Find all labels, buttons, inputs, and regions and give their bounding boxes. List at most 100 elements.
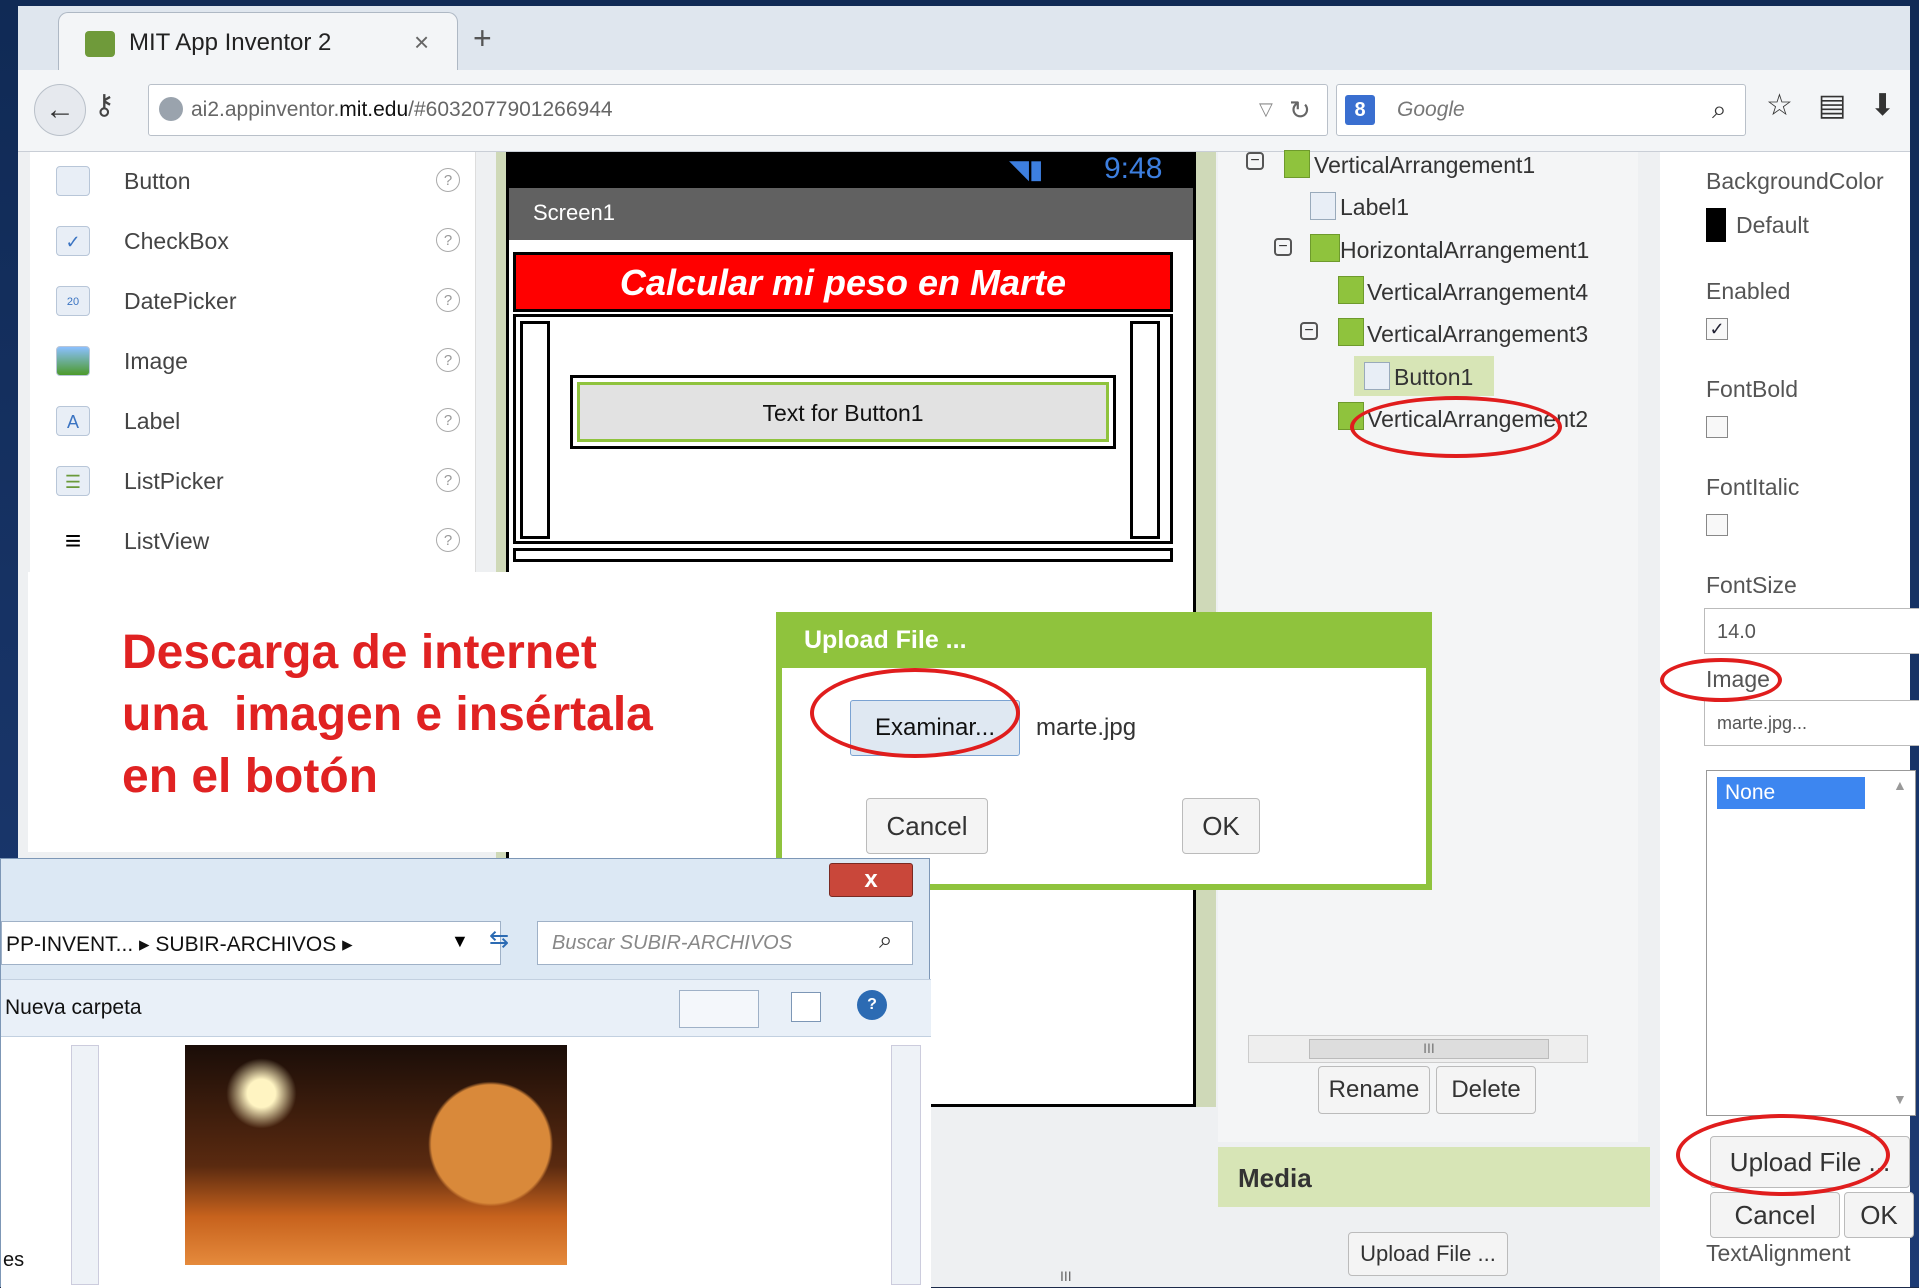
prop-backgroundcolor-value[interactable]: Default <box>1736 212 1809 239</box>
help-icon[interactable]: ? <box>436 168 460 192</box>
nav-pane-scrollbar[interactable] <box>71 1045 99 1285</box>
enabled-checkbox[interactable]: ✓ <box>1706 318 1728 340</box>
download-icon[interactable]: ⬇ <box>1870 88 1895 123</box>
prop-fontitalic-label: FontItalic <box>1706 474 1800 500</box>
properties-cancel-button[interactable]: Cancel <box>1710 1192 1840 1238</box>
media-header: Media <box>1218 1147 1650 1207</box>
fontsize-input[interactable]: 14.0 <box>1704 608 1919 654</box>
help-icon[interactable]: ? <box>436 228 460 252</box>
palette-label: DatePicker <box>124 288 237 314</box>
palette-item-listview[interactable]: ≡ ListView ? <box>30 512 470 572</box>
fontitalic-checkbox[interactable] <box>1706 514 1728 536</box>
palette-item-button[interactable]: Button ? <box>30 152 470 212</box>
screen-title: Screen1 <box>509 188 1193 240</box>
new-folder-button[interactable]: Nueva carpeta <box>5 996 142 1020</box>
tree-item-verticalarrangement1[interactable]: VerticalArrangement1 <box>1314 152 1535 179</box>
palette-label: Button <box>124 168 191 194</box>
upload-cancel-button[interactable]: Cancel <box>866 798 988 854</box>
label-icon <box>1310 192 1336 220</box>
button-icon <box>1364 362 1390 390</box>
media-upload-button[interactable]: Upload File ... <box>1348 1232 1508 1276</box>
listpicker-icon: ☰ <box>56 466 90 496</box>
files-scrollbar[interactable] <box>891 1045 921 1285</box>
browser-tab[interactable]: MIT App Inventor 2 × <box>58 12 458 76</box>
search-engine-icon[interactable]: 8 <box>1345 95 1375 125</box>
tree-item-button1[interactable]: Button1 <box>1394 364 1473 391</box>
palette-item-datepicker[interactable]: 20 DatePicker ? <box>30 272 470 332</box>
bottom-scroll-grip[interactable]: III <box>1060 1268 1072 1284</box>
vertical-arrangement-left[interactable] <box>520 321 550 539</box>
new-tab-button[interactable]: + <box>473 20 492 57</box>
tree-item-verticalarrangement4[interactable]: VerticalArrangement4 <box>1367 279 1588 306</box>
asset-item-none[interactable]: None <box>1717 777 1865 809</box>
search-box[interactable]: 8 Google ⌕ <box>1336 84 1746 136</box>
view-options-icon[interactable] <box>679 990 759 1028</box>
url-dropdown-icon[interactable]: ▽ <box>1259 99 1273 120</box>
preview-pane-icon[interactable] <box>791 992 821 1022</box>
label-icon: A <box>56 406 90 436</box>
title-label-banner[interactable]: Calcular mi peso en Marte <box>513 252 1173 312</box>
collapse-icon[interactable]: − <box>1274 238 1292 256</box>
help-icon[interactable]: ? <box>857 990 887 1020</box>
help-icon[interactable]: ? <box>436 468 460 492</box>
tree-item-horizontalarrangement1[interactable]: HorizontalArrangement1 <box>1340 237 1589 264</box>
path-dropdown-icon[interactable]: ▼ <box>451 931 469 952</box>
marte-image-thumbnail[interactable] <box>185 1045 567 1265</box>
search-placeholder: Google <box>1397 98 1465 121</box>
tree-horizontal-scrollbar[interactable]: III <box>1248 1035 1588 1063</box>
app-inventor-favicon-icon <box>85 31 115 57</box>
help-icon[interactable]: ? <box>436 288 460 312</box>
file-dialog-search[interactable]: Buscar SUBIR-ARCHIVOS <box>537 921 913 965</box>
scroll-down-icon[interactable]: ▼ <box>1893 1091 1907 1107</box>
scroll-thumb[interactable]: III <box>1309 1039 1549 1059</box>
collapse-icon[interactable]: − <box>1300 322 1318 340</box>
palette-label: CheckBox <box>124 228 229 254</box>
vertical-arrangement-icon <box>1284 150 1310 178</box>
palette-item-listpicker[interactable]: ☰ ListPicker ? <box>30 452 470 512</box>
palette-item-checkbox[interactable]: ✓ CheckBox ? <box>30 212 470 272</box>
palette-item-label[interactable]: A Label ? <box>30 392 470 452</box>
file-dialog-path[interactable]: PP-INVENT... ▸ SUBIR-ARCHIVOS ▸ <box>1 921 501 965</box>
tab-close-button[interactable]: × <box>414 27 429 58</box>
status-time: 9:48 <box>1104 152 1163 185</box>
delete-button[interactable]: Delete <box>1436 1066 1536 1114</box>
back-button[interactable]: ← <box>34 84 86 136</box>
file-dialog-toolbar: Nueva carpeta ? <box>1 979 931 1037</box>
help-icon[interactable]: ? <box>436 528 460 552</box>
bookmarks-icon[interactable]: ▤ <box>1818 88 1846 123</box>
color-swatch[interactable] <box>1706 208 1726 242</box>
image-icon <box>56 346 90 376</box>
scroll-up-icon[interactable]: ▲ <box>1893 777 1907 793</box>
vertical-arrangement-icon <box>1338 318 1364 346</box>
button1-preview[interactable]: Text for Button1 <box>577 382 1109 442</box>
tree-item-label1[interactable]: Label1 <box>1340 194 1409 221</box>
address-bar[interactable]: ai2.appinventor.mit.edu/#603207790126694… <box>148 84 1328 136</box>
search-icon[interactable]: ⌕ <box>1712 94 1727 126</box>
refresh-icon[interactable]: ⇆ <box>489 925 509 954</box>
url-text: ai2.appinventor.mit.edu/#603207790126694… <box>191 98 613 121</box>
horizontal-arrangement-icon <box>1310 234 1340 262</box>
help-icon[interactable]: ? <box>436 408 460 432</box>
upload-dialog-title: Upload File ... <box>776 612 1432 668</box>
collapse-icon[interactable]: − <box>1246 152 1264 170</box>
palette-label: ListView <box>124 528 210 554</box>
reload-icon[interactable]: ↻ <box>1289 95 1311 126</box>
image-input[interactable]: marte.jpg... <box>1704 700 1919 746</box>
palette-item-image[interactable]: Image ? <box>30 332 470 392</box>
horizontal-arrangement[interactable]: Text for Button1 <box>513 314 1173 544</box>
bookmark-star-icon[interactable]: ☆ <box>1766 88 1793 123</box>
tree-item-verticalarrangement3[interactable]: VerticalArrangement3 <box>1367 321 1588 348</box>
arrangement-bottom <box>513 548 1173 562</box>
search-icon[interactable]: ⌕ <box>879 927 892 955</box>
fontbold-checkbox[interactable] <box>1706 416 1728 438</box>
properties-ok-button[interactable]: OK <box>1844 1192 1914 1238</box>
upload-ok-button[interactable]: OK <box>1182 798 1260 854</box>
rename-button[interactable]: Rename <box>1318 1066 1430 1114</box>
asset-list[interactable]: None ▲ ▼ <box>1706 770 1916 1116</box>
help-icon[interactable]: ? <box>436 348 460 372</box>
vertical-arrangement-center[interactable]: Text for Button1 <box>570 375 1116 449</box>
vertical-arrangement-right[interactable] <box>1130 321 1160 539</box>
palette-label: Label <box>124 408 181 434</box>
nav-pane-item[interactable]: es <box>3 1249 24 1272</box>
file-dialog-close-button[interactable]: x <box>829 863 913 897</box>
